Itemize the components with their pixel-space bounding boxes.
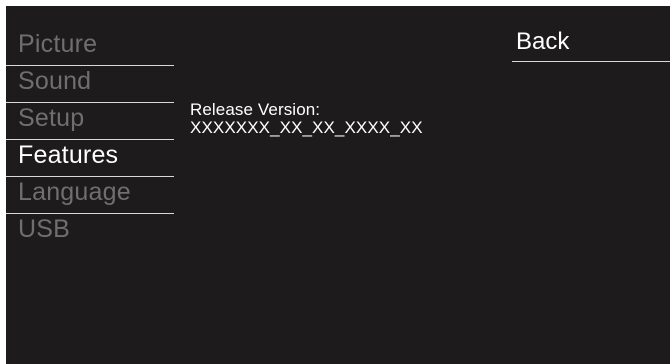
- menu-item-language[interactable]: Language: [6, 177, 174, 214]
- release-version-label: Release Version:: [190, 100, 321, 119]
- tv-settings-screen: Picture Sound Setup Features Language US…: [6, 6, 670, 364]
- menu-item-usb[interactable]: USB: [6, 214, 174, 251]
- menu-item-features[interactable]: Features: [6, 140, 174, 177]
- release-version-value: XXXXXXX_XX_XX_XXXX_XX: [190, 118, 423, 137]
- release-info: Release Version: XXXXXXX_XX_XX_XXXX_XX: [190, 101, 423, 137]
- back-button[interactable]: Back: [512, 28, 670, 62]
- menu-item-picture[interactable]: Picture: [6, 29, 174, 66]
- settings-menu: Picture Sound Setup Features Language US…: [6, 29, 174, 251]
- menu-item-setup[interactable]: Setup: [6, 103, 174, 140]
- menu-item-sound[interactable]: Sound: [6, 66, 174, 103]
